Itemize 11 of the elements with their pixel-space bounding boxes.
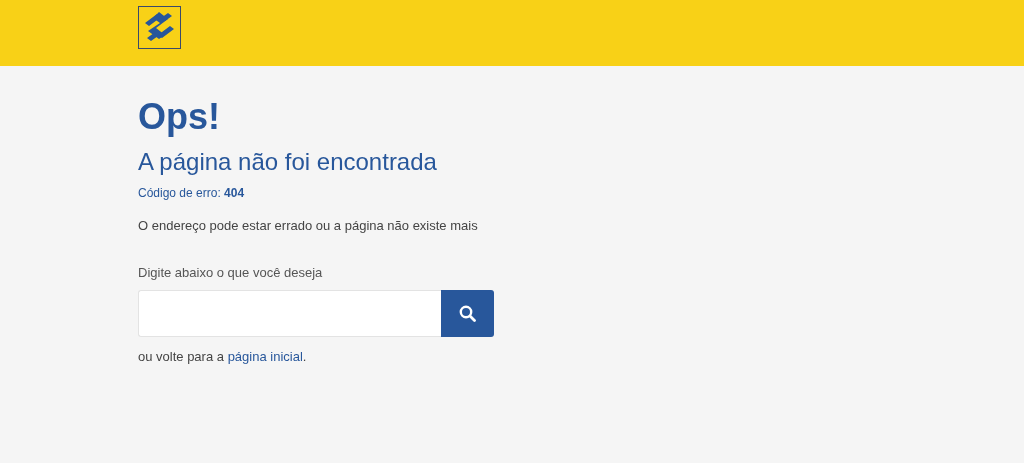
home-link-text: ou volte para a página inicial. xyxy=(138,349,308,365)
search-field[interactable] xyxy=(138,290,441,337)
error-title: Ops! xyxy=(138,96,221,138)
error-message: O endereço pode estar errado ou a página não existe mais xyxy=(138,218,479,234)
home-link[interactable]: página inicial xyxy=(227,349,303,364)
search-label: Digite abaixo o que você deseja xyxy=(138,265,324,281)
bank-logo[interactable] xyxy=(138,6,181,49)
error-code: Código de erro: 404 xyxy=(138,186,246,200)
search-icon xyxy=(459,305,476,322)
error-subtitle: A página não foi encontrada xyxy=(138,148,438,176)
search-button[interactable] xyxy=(441,290,494,337)
